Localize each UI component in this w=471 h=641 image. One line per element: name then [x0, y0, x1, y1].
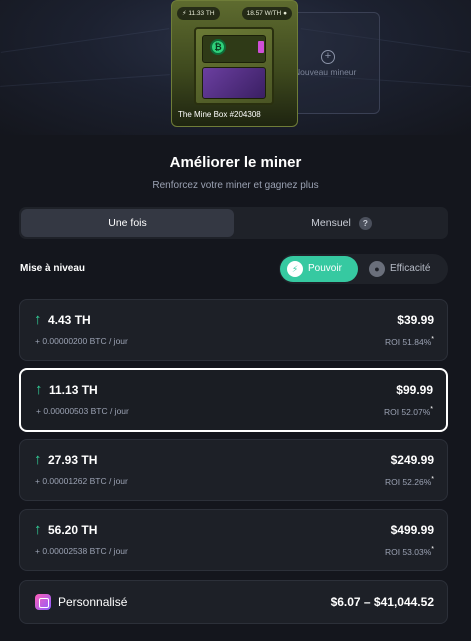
plan-price: $39.99	[397, 313, 434, 327]
plan-option[interactable]: ↑ 56.20 TH + 0.00002538 BTC / jour $499.…	[19, 509, 448, 571]
tab-une-fois[interactable]: Une fois	[21, 209, 234, 237]
plan-price: $499.99	[390, 523, 434, 537]
plan-btc-per-day: + 0.00000503 BTC / jour	[36, 406, 129, 416]
roi-footnote-mark: *	[431, 336, 434, 343]
tab-mensuel[interactable]: Mensuel?	[235, 209, 448, 237]
plan-price: $249.99	[390, 453, 434, 467]
section-label: Mise à niveau	[20, 263, 86, 274]
plan-roi: ROI 51.84%*	[385, 336, 434, 347]
add-circle-icon: +	[321, 50, 335, 64]
hashrate-chip: ⚡ 11.33 TH	[177, 7, 220, 20]
plan-roi: ROI 53.03%*	[385, 546, 434, 557]
help-icon[interactable]: ?	[358, 216, 372, 230]
arrow-up-icon: ↑	[34, 451, 42, 468]
custom-plan-price-range: $6.07 – $41,044.52	[330, 595, 434, 609]
plan-roi-value: ROI 52.26%	[384, 476, 432, 487]
mode-pouvoir-label: Pouvoir	[308, 263, 342, 274]
roi-footnote-mark: *	[431, 476, 434, 483]
efficiency-chip: 18.57 W/TH ●	[241, 7, 292, 20]
plan-btc-per-day: + 0.00002538 BTC / jour	[35, 546, 128, 556]
mode-pouvoir-button[interactable]: ⚡ Pouvoir	[280, 256, 358, 282]
mode-efficacite-label: Efficacité	[390, 263, 431, 274]
bitcoin-coin-icon: ₿	[210, 39, 226, 55]
roi-footnote-mark: *	[430, 406, 433, 413]
mode-toggle: ⚡ Pouvoir ● Efficacité	[279, 254, 448, 284]
custom-plan-label: Personnalisé	[58, 595, 128, 609]
miner-panel-bottom	[202, 67, 266, 99]
energy-icon: ●	[369, 261, 385, 277]
miner-led	[258, 41, 264, 53]
hashrate-chip-value: 11.33 TH	[188, 10, 215, 17]
plan-roi-value: ROI 51.84%	[384, 336, 432, 347]
plan-hashrate: 4.43 TH	[48, 313, 91, 327]
plan-roi: ROI 52.07%*	[384, 406, 433, 417]
plan-roi-value: ROI 52.07%	[383, 406, 431, 417]
plan-btc-per-day: + 0.00000200 BTC / jour	[35, 336, 128, 346]
billing-tabs: Une fois Mensuel?	[19, 207, 448, 239]
custom-plan-icon	[35, 594, 51, 610]
plan-btc-per-day: + 0.00001262 BTC / jour	[35, 476, 128, 486]
plan-hashrate: 27.93 TH	[48, 453, 98, 467]
tab-mensuel-label: Mensuel	[311, 217, 351, 229]
efficiency-chip-value: 18.57 W/TH	[246, 10, 282, 17]
new-miner-label: Nouveau mineur	[294, 67, 357, 77]
custom-plan-option[interactable]: Personnalisé $6.07 – $41,044.52	[19, 580, 448, 624]
plan-price: $99.99	[396, 383, 433, 397]
miner-name: The Mine Box #204308	[178, 110, 261, 119]
arrow-up-icon: ↑	[34, 521, 42, 538]
plan-option[interactable]: ↑ 4.43 TH + 0.00000200 BTC / jour $39.99…	[19, 299, 448, 361]
lightning-icon: ⚡	[287, 261, 303, 277]
plan-hashrate: 56.20 TH	[48, 523, 98, 537]
miner-card[interactable]: ⚡ 11.33 TH 18.57 W/TH ● ₿ The Mine Box #…	[171, 0, 298, 127]
plan-option[interactable]: ↑ 27.93 TH + 0.00001262 BTC / jour $249.…	[19, 439, 448, 501]
miner-box-image: ₿	[194, 27, 274, 105]
plan-hashrate: 11.13 TH	[49, 383, 98, 397]
roi-footnote-mark: *	[431, 546, 434, 553]
new-miner-button[interactable]: + Nouveau mineur	[294, 12, 380, 114]
mode-efficacite-button[interactable]: ● Efficacité	[362, 256, 446, 282]
plan-roi: ROI 52.26%*	[385, 476, 434, 487]
plan-roi-value: ROI 53.03%	[384, 546, 432, 557]
arrow-up-icon: ↑	[34, 311, 42, 328]
page-subtitle: Renforcez votre miner et gagnez plus	[152, 180, 319, 191]
plan-option-selected[interactable]: ↑ 11.13 TH + 0.00000503 BTC / jour $99.9…	[19, 368, 448, 432]
page-title: Améliorer le miner	[169, 154, 302, 171]
arrow-up-icon: ↑	[35, 381, 43, 398]
